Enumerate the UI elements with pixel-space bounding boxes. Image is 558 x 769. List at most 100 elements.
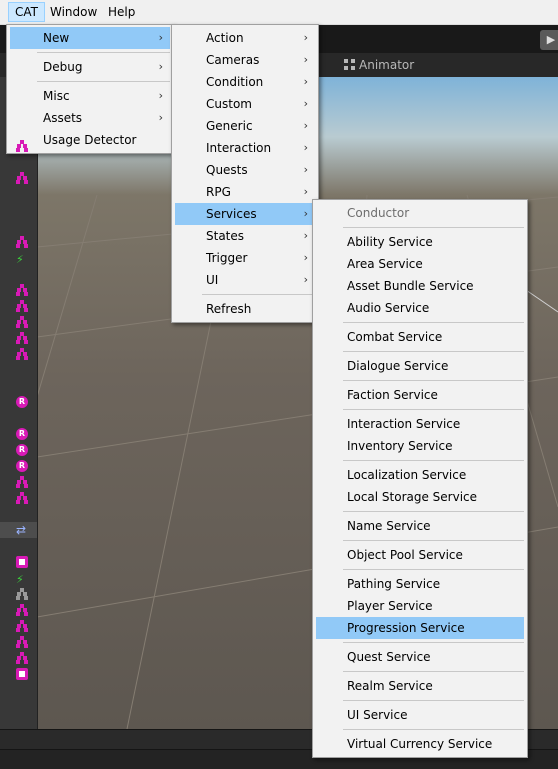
menu-item-pathing-service[interactable]: Pathing Service: [316, 573, 524, 595]
menu-item-object-pool-service[interactable]: Object Pool Service: [316, 544, 524, 566]
menu-separator: [343, 460, 524, 461]
menu-item-action[interactable]: Action ›: [175, 27, 315, 49]
menu-item-services[interactable]: Services ›: [175, 203, 315, 225]
menu-item-quests[interactable]: Quests ›: [175, 159, 315, 181]
menu-item-label: Quests: [206, 163, 248, 177]
menu-separator: [343, 642, 524, 643]
menu-item-refresh[interactable]: Refresh: [175, 298, 315, 320]
menu-item-condition[interactable]: Condition ›: [175, 71, 315, 93]
menu-item-ability-service[interactable]: Ability Service: [316, 231, 524, 253]
menu-item-virtual-currency-service[interactable]: Virtual Currency Service: [316, 733, 524, 755]
menu-item-audio-service[interactable]: Audio Service: [316, 297, 524, 319]
menu-item-label: Misc: [43, 89, 70, 103]
menu-item-label: Object Pool Service: [347, 548, 463, 562]
menu-item-label: Local Storage Service: [347, 490, 478, 504]
circle-r-icon: R: [16, 428, 30, 440]
menu-item-label: Virtual Currency Service: [347, 737, 493, 751]
menu-item-label: New: [43, 31, 70, 45]
menu-item-label: RPG: [206, 185, 231, 199]
menu-separator: [343, 700, 524, 701]
menu-item-label: Services: [206, 207, 257, 221]
menu-separator: [343, 409, 524, 410]
menu-item-rpg[interactable]: RPG ›: [175, 181, 315, 203]
menu-item-local-storage-service[interactable]: Local Storage Service: [316, 486, 524, 508]
menu-item-label: Audio Service: [347, 301, 430, 315]
menu-item-label: Player Service: [347, 599, 433, 613]
menu-item-new[interactable]: New ›: [10, 27, 170, 49]
menu-item-interaction[interactable]: Interaction ›: [175, 137, 315, 159]
hierarchy-tree-icon: [16, 140, 30, 152]
menu-item-label: Cameras: [206, 53, 260, 67]
menu-item-ui[interactable]: UI ›: [175, 269, 315, 291]
submenu-arrow-icon: ›: [303, 141, 308, 154]
play-button[interactable]: ▶: [540, 30, 558, 50]
menu-item-usage-detector[interactable]: Usage Detector: [10, 129, 170, 151]
menu-item-label: Custom: [206, 97, 252, 111]
menu-item-player-service[interactable]: Player Service: [316, 595, 524, 617]
menu-bar: CAT Window Help: [0, 0, 558, 25]
menu-item-quest-service[interactable]: Quest Service: [316, 646, 524, 668]
menu-item-localization-service[interactable]: Localization Service: [316, 464, 524, 486]
menu-item-custom[interactable]: Custom ›: [175, 93, 315, 115]
hierarchy-tree-icon: [16, 316, 30, 328]
menu-separator: [343, 729, 524, 730]
menu-item-debug[interactable]: Debug ›: [10, 56, 170, 78]
menu-separator: [37, 81, 170, 82]
menu-item-label: States: [206, 229, 245, 243]
menu-item-label: Realm Service: [347, 679, 433, 693]
menu-window[interactable]: Window: [44, 3, 103, 21]
menu-item-inventory-service[interactable]: Inventory Service: [316, 435, 524, 457]
menu-separator: [343, 569, 524, 570]
submenu-arrow-icon: ›: [158, 60, 163, 73]
submenu-arrow-icon: ›: [303, 207, 308, 220]
menu-item-combat-service[interactable]: Combat Service: [316, 326, 524, 348]
menu-separator: [37, 52, 170, 53]
menu-item-label: Inventory Service: [347, 439, 453, 453]
menu-item-label: Progression Service: [347, 621, 465, 635]
submenu-arrow-icon: ›: [303, 163, 308, 176]
menu-item-generic[interactable]: Generic ›: [175, 115, 315, 137]
menu-item-label: Conductor: [347, 206, 410, 220]
menu-item-dialogue-service[interactable]: Dialogue Service: [316, 355, 524, 377]
menu-item-label: Dialogue Service: [347, 359, 449, 373]
menu-item-label: Pathing Service: [347, 577, 441, 591]
menu-separator: [343, 540, 524, 541]
submenu-arrow-icon: ›: [158, 89, 163, 102]
hierarchy-tree-icon: [16, 492, 30, 504]
menu-separator: [343, 227, 524, 228]
menu-item-label: Interaction: [206, 141, 272, 155]
menu-item-cameras[interactable]: Cameras ›: [175, 49, 315, 71]
menu-item-interaction-service[interactable]: Interaction Service: [316, 413, 524, 435]
menu-item-name-service[interactable]: Name Service: [316, 515, 524, 537]
circle-r-icon: R: [16, 460, 30, 472]
menu-cat[interactable]: CAT: [8, 2, 45, 22]
menu-item-label: Ability Service: [347, 235, 433, 249]
menu-item-asset-bundle-service[interactable]: Asset Bundle Service: [316, 275, 524, 297]
menu-separator: [343, 322, 524, 323]
hierarchy-tree-icon: [16, 588, 30, 600]
animator-tab[interactable]: Animator: [344, 58, 414, 72]
menu-item-assets[interactable]: Assets ›: [10, 107, 170, 129]
menu-item-label: Trigger: [206, 251, 248, 265]
menu-item-trigger[interactable]: Trigger ›: [175, 247, 315, 269]
menu-item-label: Action: [206, 31, 244, 45]
menu-item-ui-service[interactable]: UI Service: [316, 704, 524, 726]
menu-item-realm-service[interactable]: Realm Service: [316, 675, 524, 697]
submenu-arrow-icon: ›: [158, 31, 163, 44]
prefab-icon: [16, 556, 30, 568]
menu-item-progression-service[interactable]: Progression Service: [316, 617, 524, 639]
menu-item-states[interactable]: States ›: [175, 225, 315, 247]
animator-tab-label: Animator: [359, 58, 415, 72]
menu-item-label: Generic: [206, 119, 253, 133]
menu-item-label: Quest Service: [347, 650, 431, 664]
submenu-arrow-icon: ›: [303, 229, 308, 242]
circle-r-icon: R: [16, 444, 30, 456]
hierarchy-tree-icon: [16, 604, 30, 616]
menu-item-faction-service[interactable]: Faction Service: [316, 384, 524, 406]
menu-help[interactable]: Help: [102, 3, 141, 21]
menu-item-area-service[interactable]: Area Service: [316, 253, 524, 275]
menu-item-misc[interactable]: Misc ›: [10, 85, 170, 107]
submenu-arrow-icon: ›: [303, 273, 308, 286]
submenu-arrow-icon: ›: [303, 251, 308, 264]
menu-item-label: Faction Service: [347, 388, 438, 402]
